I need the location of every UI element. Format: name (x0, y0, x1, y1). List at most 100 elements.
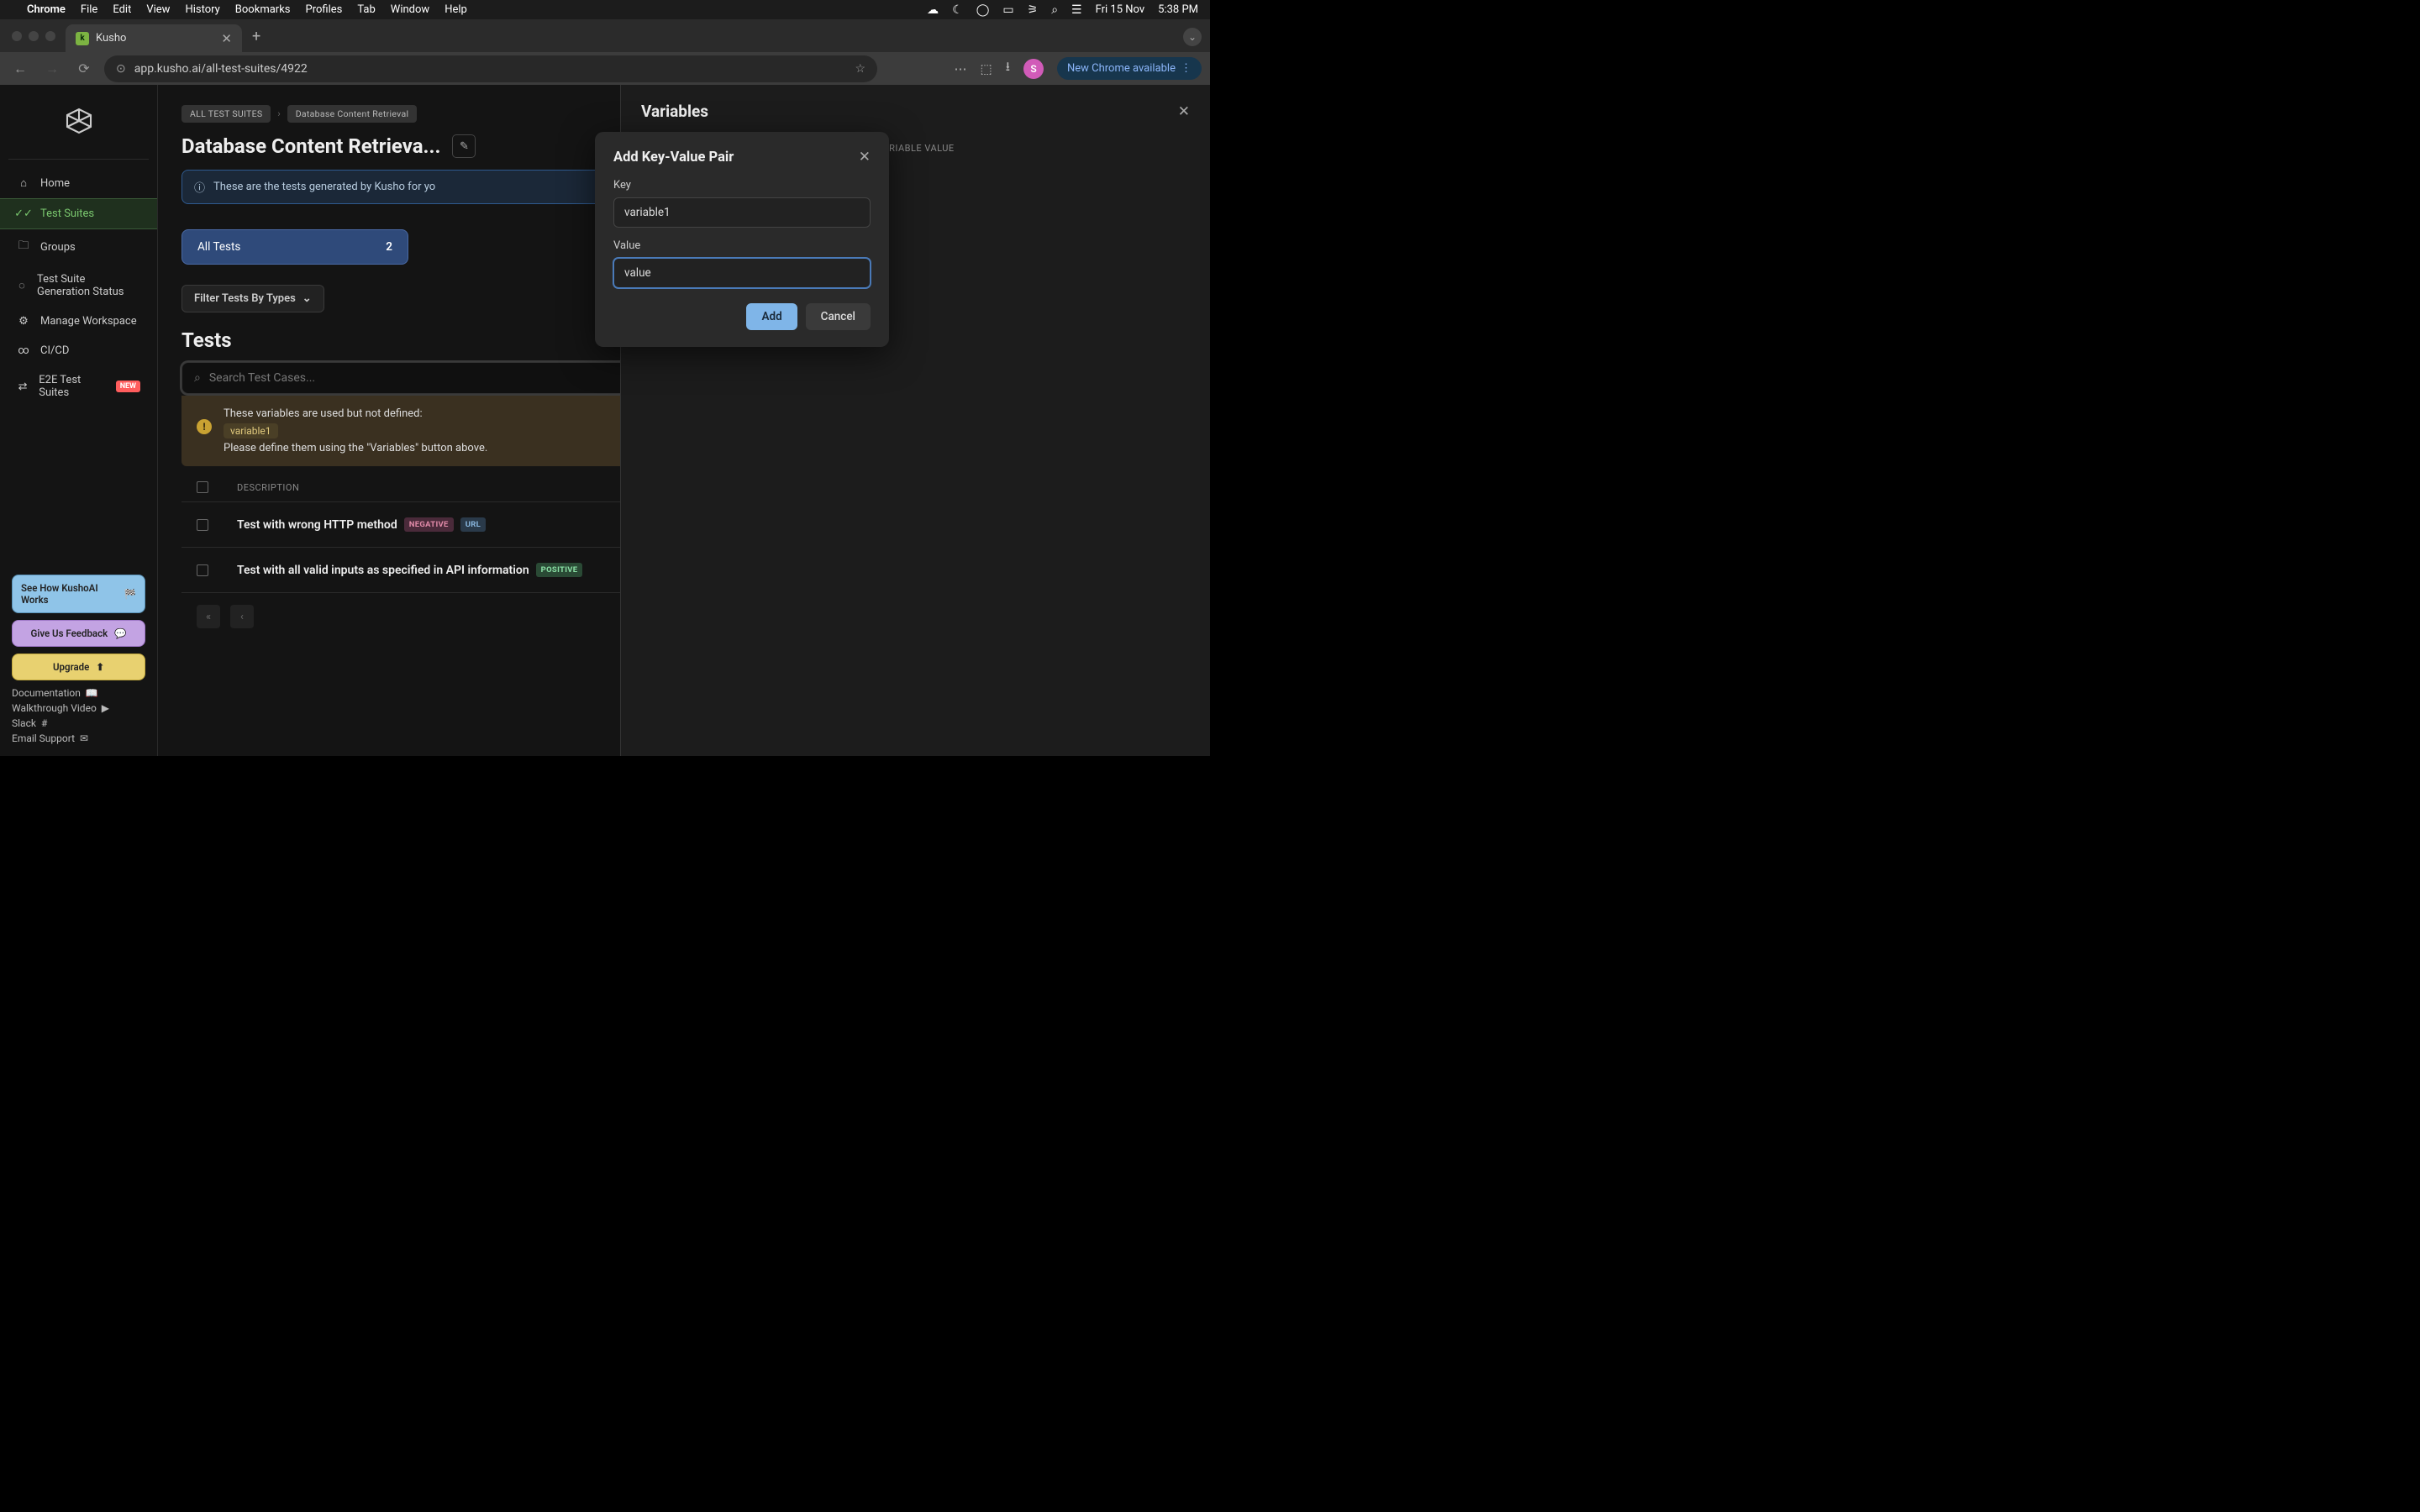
link-email[interactable]: Email Support ✉ (12, 732, 145, 744)
back-button[interactable]: ← (8, 57, 32, 81)
sidebar-item-e2e[interactable]: ⇄ E2E Test Suites NEW (0, 365, 157, 407)
control-center-icon[interactable]: ☰ (1071, 3, 1082, 17)
menu-edit[interactable]: Edit (113, 3, 131, 16)
sidebar-item-cicd[interactable]: ∞ CI/CD (0, 336, 157, 365)
url-text: app.kusho.ai/all-test-suites/4922 (134, 62, 308, 76)
key-input[interactable] (613, 197, 871, 228)
book-icon: 📖 (86, 687, 98, 699)
menu-view[interactable]: View (146, 3, 170, 16)
main-content: ALL TEST SUITES › Database Content Retri… (158, 85, 1210, 756)
menu-bookmarks[interactable]: Bookmarks (235, 3, 291, 16)
warning-icon: ! (197, 419, 212, 434)
edit-title-button[interactable]: ✎ (452, 134, 476, 158)
video-icon: ▶ (102, 702, 109, 714)
browser-tab[interactable]: k Kusho ✕ (66, 24, 242, 52)
infinity-icon: ∞ (17, 344, 30, 357)
search-icon: ⌕ (194, 371, 201, 385)
page-prev-button[interactable]: ‹ (230, 605, 254, 628)
menu-history[interactable]: History (185, 3, 219, 16)
extensions-icon[interactable]: ⬚ (981, 61, 992, 76)
upgrade-icon: ⬆ (96, 661, 104, 673)
sidebar-item-manage-workspace[interactable]: ⚙ Manage Workspace (0, 307, 157, 336)
app-logo[interactable] (8, 103, 149, 160)
test-name: Test with wrong HTTP method (237, 518, 397, 532)
toolbar-more-icon[interactable]: ⋯ (955, 61, 967, 76)
link-documentation[interactable]: Documentation 📖 (12, 687, 145, 699)
test-name: Test with all valid inputs as specified … (237, 564, 529, 577)
menu-profiles[interactable]: Profiles (306, 3, 343, 16)
feedback-button[interactable]: Give Us Feedback 💬 (12, 620, 145, 647)
sidebar-item-generation-status[interactable]: ◌ Test Suite Generation Status (0, 265, 157, 307)
info-text: These are the tests generated by Kusho f… (213, 181, 435, 193)
sidebar-item-groups[interactable]: 🗀 Groups (0, 229, 157, 265)
add-kv-modal: Add Key-Value Pair ✕ Key Value Add Cance… (595, 132, 889, 347)
flag-icon: 🏁 (124, 588, 136, 600)
row-checkbox[interactable] (197, 519, 208, 531)
slack-icon: # (41, 717, 47, 729)
value-input[interactable] (613, 258, 871, 288)
key-label: Key (613, 179, 871, 192)
link-slack[interactable]: Slack # (12, 717, 145, 729)
url-input[interactable]: ⊙ app.kusho.ai/all-test-suites/4922 ☆ (104, 55, 877, 82)
search-icon[interactable]: ⌕ (1051, 3, 1058, 17)
value-label: Value (613, 239, 871, 252)
info-icon: ⓘ (194, 179, 205, 195)
user-icon[interactable]: ◯ (976, 3, 990, 17)
filter-tests-button[interactable]: Filter Tests By Types ⌄ (182, 285, 324, 312)
window-close-dot[interactable] (12, 31, 22, 41)
menubar-time[interactable]: 5:38 PM (1158, 3, 1198, 16)
modal-title: Add Key-Value Pair (613, 150, 734, 165)
cancel-button[interactable]: Cancel (806, 303, 871, 330)
close-icon[interactable]: ✕ (1178, 103, 1190, 120)
new-tab-button[interactable]: + (252, 28, 260, 45)
cloud-icon[interactable]: ☁ (927, 3, 939, 17)
menu-window[interactable]: Window (391, 3, 429, 16)
tab-overflow-icon[interactable]: ⌄ (1183, 28, 1202, 46)
link-walkthrough[interactable]: Walkthrough Video ▶ (12, 702, 145, 714)
menu-tab[interactable]: Tab (357, 3, 375, 16)
window-controls[interactable] (12, 31, 55, 41)
breadcrumb-current[interactable]: Database Content Retrieval (287, 105, 418, 123)
chevron-down-icon: ⌄ (302, 292, 312, 305)
menu-help[interactable]: Help (445, 3, 467, 16)
breadcrumb-root[interactable]: ALL TEST SUITES (182, 105, 271, 123)
home-icon: ⌂ (17, 176, 30, 190)
chevron-right-icon: › (277, 108, 280, 119)
tab-all-tests[interactable]: All Tests 2 (182, 229, 408, 265)
add-button[interactable]: Add (746, 303, 797, 330)
wifi-icon[interactable]: ⚞ (1028, 3, 1039, 17)
bookmark-star-icon[interactable]: ☆ (855, 62, 865, 76)
new-badge: NEW (116, 381, 140, 392)
chrome-update-button[interactable]: New Chrome available ⋮ (1057, 57, 1202, 80)
downloads-icon[interactable]: ⭳ (1006, 58, 1010, 79)
page-first-button[interactable]: « (197, 605, 220, 628)
row-checkbox[interactable] (197, 564, 208, 576)
gear-icon: ⚙ (17, 315, 30, 328)
close-icon[interactable]: ✕ (859, 149, 871, 165)
forward-button[interactable]: → (40, 57, 64, 81)
kebab-icon: ⋮ (1181, 62, 1192, 75)
app-root: ⌂ Home ✓✓ Test Suites 🗀 Groups ◌ Test Su… (0, 85, 1210, 756)
chrome-address-bar: ← → ⟳ ⊙ app.kusho.ai/all-test-suites/492… (0, 52, 1210, 85)
window-max-dot[interactable] (45, 31, 55, 41)
tests-heading: Tests (182, 328, 232, 352)
menubar-app[interactable]: Chrome (27, 3, 66, 16)
menubar-date[interactable]: Fri 15 Nov (1096, 3, 1145, 16)
warn-line2: Please define them using the "Variables"… (224, 442, 487, 454)
window-min-dot[interactable] (29, 31, 39, 41)
chrome-tab-bar: k Kusho ✕ + ⌄ (0, 19, 1210, 52)
site-info-icon[interactable]: ⊙ (116, 62, 126, 76)
reload-button[interactable]: ⟳ (72, 57, 96, 81)
undefined-var-chip: variable1 (224, 423, 278, 438)
tag-positive: POSITIVE (536, 563, 583, 577)
tab-close-icon[interactable]: ✕ (221, 31, 232, 46)
sidebar-item-home[interactable]: ⌂ Home (0, 168, 157, 198)
menu-file[interactable]: File (81, 3, 97, 16)
upgrade-button[interactable]: Upgrade ⬆ (12, 654, 145, 680)
howto-button[interactable]: See How KushoAI Works 🏁 (12, 575, 145, 613)
sidebar-item-test-suites[interactable]: ✓✓ Test Suites (0, 198, 157, 229)
battery-icon[interactable]: ▭ (1002, 3, 1013, 17)
profile-avatar[interactable]: S (1023, 59, 1044, 79)
select-all-checkbox[interactable] (197, 481, 208, 493)
moon-icon[interactable]: ☾ (952, 3, 963, 17)
